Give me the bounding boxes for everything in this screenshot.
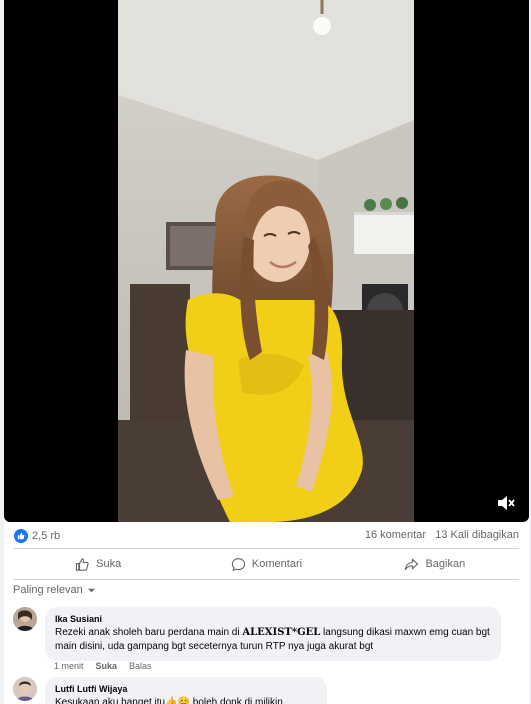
chevron-down-icon <box>87 588 95 592</box>
video-player[interactable] <box>4 0 529 522</box>
reactions-count: 2,5 rb <box>32 530 61 542</box>
comment-sort-dropdown[interactable]: Paling relevan <box>13 584 96 596</box>
comment-button[interactable]: Komentari <box>182 549 350 579</box>
avatar[interactable] <box>13 677 37 701</box>
comment-meta: 1 menit Suka Balas <box>54 661 152 671</box>
comment-bubble: Ika Susiani Rezeki anak sholeh baru perd… <box>45 607 501 661</box>
share-button[interactable]: Bagikan <box>351 549 519 579</box>
sort-label: Paling relevan <box>13 584 83 596</box>
post-card: 2,5 rb 16 komentar 13 Kali dibagikan Suk… <box>4 0 529 704</box>
like-label: Suka <box>96 558 122 570</box>
like-reaction-icon <box>14 529 28 543</box>
comment-like-button[interactable]: Suka <box>96 661 118 671</box>
avatar[interactable] <box>13 607 37 631</box>
video-frame[interactable] <box>118 0 414 522</box>
comments-count[interactable]: 16 komentar <box>365 529 426 541</box>
share-label: Bagikan <box>425 558 466 570</box>
like-button[interactable]: Suka <box>14 549 182 579</box>
comment-text-bold: ALEXIST*GEL <box>242 627 321 638</box>
comment-item: Ika Susiani Rezeki anak sholeh baru perd… <box>13 607 523 677</box>
comment-bubble: Lutfi Lutfi Wijaya Kesukaan aku banget i… <box>45 677 327 704</box>
reactions-summary[interactable]: 2,5 rb <box>14 529 60 543</box>
mute-icon <box>498 496 515 510</box>
shares-count[interactable]: 13 Kali dibagikan <box>435 529 519 541</box>
comment-label: Komentari <box>251 558 303 570</box>
share-icon <box>405 558 419 570</box>
like-icon <box>75 557 89 571</box>
comment-item: Lutfi Lutfi Wijaya Kesukaan aku banget i… <box>13 677 523 704</box>
divider <box>14 579 519 580</box>
post-stats: 2,5 rb 16 komentar 13 Kali dibagikan <box>4 524 529 548</box>
comment-icon <box>231 557 246 571</box>
comment-text: Kesukaan aku banget itu👍😊 boleh donk di … <box>55 697 283 704</box>
comment-text: Rezeki anak sholeh baru perdana main di … <box>55 627 490 652</box>
mute-button[interactable] <box>495 492 517 514</box>
comment-reply-button[interactable]: Balas <box>129 661 152 671</box>
commenter-name[interactable]: Lutfi Lutfi Wijaya <box>55 683 317 695</box>
comment-time[interactable]: 1 menit <box>54 661 84 671</box>
action-bar: Suka Komentari Bagikan <box>14 549 519 579</box>
commenter-name[interactable]: Ika Susiani <box>55 613 491 625</box>
